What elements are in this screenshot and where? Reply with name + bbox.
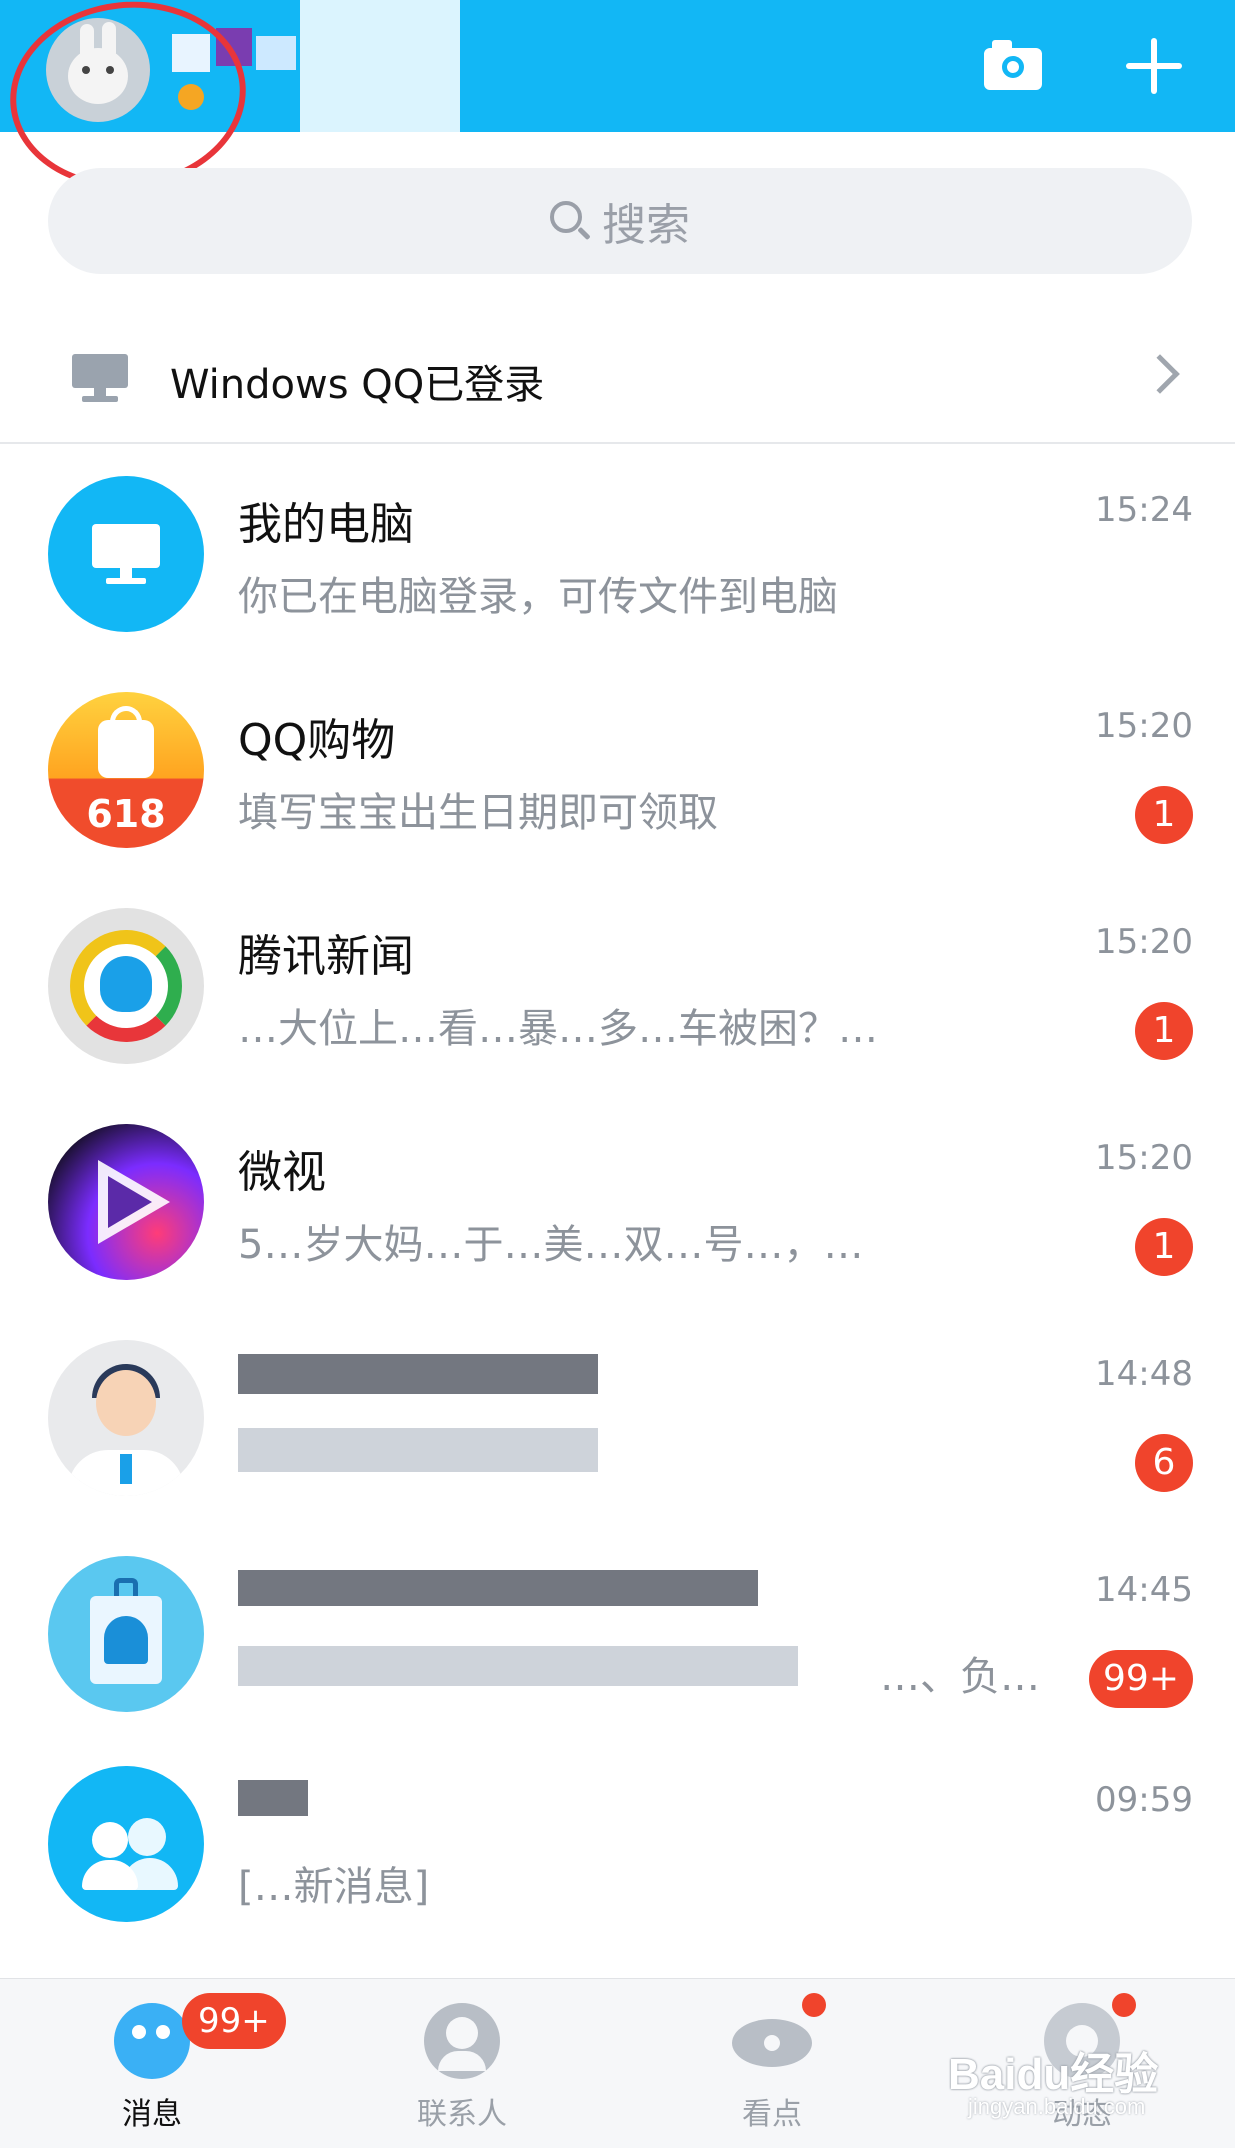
conversation-time: 14:48 xyxy=(1095,1354,1193,1394)
id-card-avatar xyxy=(48,1556,204,1712)
monitor-stand xyxy=(94,388,106,396)
unread-badge: 1 xyxy=(1135,1002,1193,1060)
member-head xyxy=(128,1818,166,1856)
my-computer-avatar xyxy=(48,476,204,632)
search-icon xyxy=(550,201,591,241)
tab-label: 看点 xyxy=(742,2097,802,2132)
monitor-stand xyxy=(120,568,132,578)
conversation-time: 09:59 xyxy=(1095,1780,1193,1820)
conversation-weishi[interactable]: 微视 15:20 5…岁大妈…于…美…双…号…，… 1 xyxy=(0,1094,1235,1304)
plus-bar-v xyxy=(1151,38,1157,94)
conversation-preview: …大位上…看…暴…多…车被困？… xyxy=(238,1006,878,1052)
plus-icon[interactable] xyxy=(1126,38,1182,94)
search-bar[interactable]: 搜索 xyxy=(48,168,1192,274)
conversation-name: QQ购物 xyxy=(238,715,396,766)
monitor-screen xyxy=(72,354,128,388)
penguin-icon xyxy=(100,956,152,1012)
unread-badge: 1 xyxy=(1135,1218,1193,1276)
tab-contacts[interactable]: 联系人 xyxy=(362,1979,562,2148)
redaction-mosaic xyxy=(238,1780,308,1816)
feed-notification-dot xyxy=(1112,1993,1136,2017)
conversation-preview: 你已在电脑登录，可传文件到电脑 xyxy=(238,574,838,620)
messages-icon-eye xyxy=(156,2025,170,2039)
conversation-time: 15:20 xyxy=(1095,1138,1193,1178)
redaction-block xyxy=(256,36,296,70)
conversation-tencent-news[interactable]: 腾讯新闻 15:20 …大位上…看…暴…多…车被困？… 1 xyxy=(0,878,1235,1088)
conversation-preview: 填写宝宝出生日期即可领取 xyxy=(238,790,718,836)
pc-login-label: Windows QQ已登录 xyxy=(170,362,545,408)
search-content: 搜索 xyxy=(48,168,1192,274)
messages-unread-badge: 99+ xyxy=(182,1993,286,2049)
monitor-screen xyxy=(92,524,160,568)
shopping-bag-avatar: 618 xyxy=(48,692,204,848)
search-placeholder: 搜索 xyxy=(602,200,690,251)
conversation-time: 14:45 xyxy=(1095,1570,1193,1610)
member-head xyxy=(92,1822,128,1858)
tab-label: 消息 xyxy=(122,2097,182,2132)
news-avatar xyxy=(48,908,204,1064)
member-body xyxy=(82,1860,138,1890)
conversation-name: 腾讯新闻 xyxy=(238,931,414,982)
unread-badge: 6 xyxy=(1135,1434,1193,1492)
unread-badge: 99+ xyxy=(1089,1650,1193,1708)
conversation-time: 15:24 xyxy=(1095,490,1193,530)
conversation-preview: […新消息] xyxy=(238,1864,430,1910)
conversation-preview: …、负责… xyxy=(880,1654,1040,1700)
unread-badge: 1 xyxy=(1135,786,1193,844)
conversation-redacted-group[interactable]: 09:59 […新消息] xyxy=(0,1736,1235,1946)
monitor-icon xyxy=(72,354,128,404)
pc-login-banner[interactable]: Windows QQ已登录 xyxy=(0,316,1235,444)
redaction-mosaic xyxy=(238,1428,598,1472)
play-triangle-inner xyxy=(108,1176,152,1228)
conversation-qq-shopping[interactable]: 618 QQ购物 15:20 填写宝宝出生日期即可领取 1 xyxy=(0,662,1235,872)
avatar-label: 618 xyxy=(86,792,166,836)
conversation-my-computer[interactable]: 我的电脑 15:24 你已在电脑登录，可传文件到电脑 xyxy=(0,446,1235,656)
tab-label: 联系人 xyxy=(417,2097,507,2132)
conversation-name: 微视 xyxy=(238,1147,326,1198)
contacts-icon-head xyxy=(446,2017,478,2049)
bag-body xyxy=(98,720,154,778)
eye-icon-pupil xyxy=(758,2029,786,2057)
camera-lens-inner xyxy=(1007,61,1019,73)
monitor-base xyxy=(106,578,146,584)
redaction-scribble xyxy=(300,0,460,132)
conversation-name: 我的电脑 xyxy=(238,499,414,550)
conversation-time: 15:20 xyxy=(1095,706,1193,746)
camera-icon[interactable] xyxy=(984,40,1042,90)
group-avatar xyxy=(48,1766,204,1922)
search-icon-handle xyxy=(577,226,591,241)
redaction-mosaic xyxy=(238,1646,798,1686)
conversation-redacted-person[interactable]: 14:48 6 xyxy=(0,1310,1235,1520)
redaction-mosaic xyxy=(238,1354,598,1394)
search-icon-ring xyxy=(550,201,582,233)
avatar-tie xyxy=(120,1454,132,1484)
conversation-preview: 5…岁大妈…于…美…双…号…，… xyxy=(238,1222,864,1268)
baidu-watermark-url: jingyan.baidu.com xyxy=(968,2094,1146,2119)
monitor-base xyxy=(82,396,118,402)
baidu-watermark: Baidu经验 xyxy=(948,2050,1159,2099)
messages-icon-eye xyxy=(132,2025,146,2039)
card-photo xyxy=(104,1616,148,1664)
conversation-redacted-work[interactable]: …、负责… 14:45 99+ xyxy=(0,1526,1235,1736)
conversation-time: 15:20 xyxy=(1095,922,1193,962)
avatar-head xyxy=(96,1370,156,1436)
messages-icon xyxy=(114,2003,190,2079)
redaction-mosaic xyxy=(238,1570,758,1606)
chevron-right-icon xyxy=(1140,354,1180,394)
tab-watch[interactable]: 看点 xyxy=(672,1979,872,2148)
watch-notification-dot xyxy=(802,1993,826,2017)
person-avatar xyxy=(48,1340,204,1496)
video-play-avatar xyxy=(48,1124,204,1280)
